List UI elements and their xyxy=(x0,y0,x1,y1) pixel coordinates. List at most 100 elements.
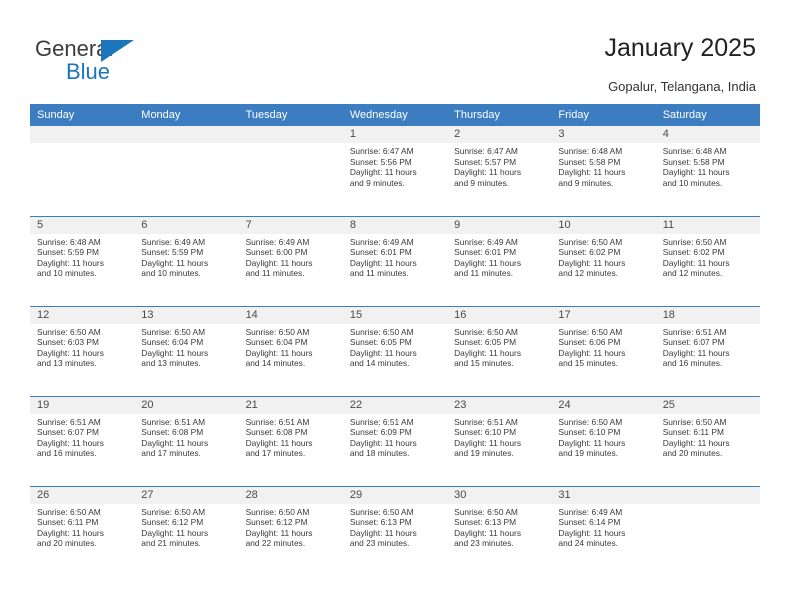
calendar-cell-day-19[interactable]: 19 Sunrise: 6:51 AM Sunset: 6:07 PM Dayligh… xyxy=(30,395,135,486)
calendar-cell-day-13[interactable]: 13 Sunrise: 6:50 AM Sunset: 6:04 PM Dayligh… xyxy=(134,305,239,396)
day-info-line: Sunset: 6:04 PM xyxy=(245,337,308,348)
day-info-line: Sunrise: 6:50 AM xyxy=(141,506,206,517)
calendar-cell-day-23[interactable]: 23 Sunrise: 6:51 AM Sunset: 6:10 PM Dayligh… xyxy=(447,395,552,486)
calendar-cell-day-14[interactable]: 14 Sunrise: 6:50 AM Sunset: 6:04 PM Dayligh… xyxy=(238,305,343,396)
calendar-cell-day-20[interactable]: 20 Sunrise: 6:51 AM Sunset: 6:08 PM Dayligh… xyxy=(134,395,239,486)
day-info-line: and 12 minutes. xyxy=(662,268,723,279)
day-info-line: Daylight: 11 hours xyxy=(662,437,730,448)
day-number: 23 xyxy=(447,396,552,414)
weekday-header-monday: Monday xyxy=(134,104,239,126)
calendar-cell-day-31[interactable]: 31 Sunrise: 6:49 AM Sunset: 6:14 PM Dayligh… xyxy=(551,485,656,576)
day-info-line: Daylight: 11 hours xyxy=(141,437,209,448)
day-info-line: and 16 minutes. xyxy=(662,358,723,369)
day-info-line: Sunrise: 6:50 AM xyxy=(558,326,623,337)
calendar-cell-day-6[interactable]: 6 Sunrise: 6:49 AM Sunset: 5:59 PM Daylight… xyxy=(134,215,239,306)
calendar-cell-day-29[interactable]: 29 Sunrise: 6:50 AM Sunset: 6:13 PM Dayligh… xyxy=(342,485,448,576)
day-info-line: Sunrise: 6:48 AM xyxy=(558,146,623,156)
day-info-line: and 21 minutes. xyxy=(141,538,201,549)
day-number xyxy=(238,126,343,143)
day-info-line: Daylight: 11 hours xyxy=(454,437,522,448)
day-info-line: Sunrise: 6:51 AM xyxy=(454,416,518,427)
calendar-cell-day-1[interactable]: 1 Sunrise: 6:47 AM Sunset: 5:56 PM Daylight… xyxy=(342,126,448,216)
calendar-cell-day-12[interactable]: 12 Sunrise: 6:50 AM Sunset: 6:03 PM Dayligh… xyxy=(30,305,135,396)
calendar-cell-day-5[interactable]: 5 Sunrise: 6:48 AM Sunset: 5:59 PM Daylight… xyxy=(30,215,135,306)
day-info-line: Daylight: 11 hours xyxy=(349,527,417,538)
day-number: 18 xyxy=(655,306,760,324)
day-info-line: and 10 minutes. xyxy=(662,177,723,188)
calendar-cell-day-11[interactable]: 11 Sunrise: 6:50 AM Sunset: 6:02 PM Dayligh… xyxy=(655,215,760,306)
calendar-cell-day-15[interactable]: 15 Sunrise: 6:50 AM Sunset: 6:05 PM Dayligh… xyxy=(342,305,448,396)
day-number: 28 xyxy=(238,486,343,504)
page-header: General Blue January 2025 Gopalur, Telan… xyxy=(0,0,792,100)
day-sun-info: Sunrise: 6:50 AM Sunset: 6:06 PM Daylight:… xyxy=(551,324,655,369)
calendar-cell-day-27[interactable]: 27 Sunrise: 6:50 AM Sunset: 6:12 PM Dayligh… xyxy=(134,485,239,576)
day-sun-info: Sunrise: 6:50 AM Sunset: 6:02 PM Daylight:… xyxy=(551,234,655,279)
calendar-cell-day-3[interactable]: 3 Sunrise: 6:48 AM Sunset: 5:58 PM Daylight… xyxy=(551,126,656,216)
calendar-body: 1 Sunrise: 6:47 AM Sunset: 5:56 PM Daylight… xyxy=(30,126,760,576)
calendar-cell-day-26[interactable]: 26 Sunrise: 6:50 AM Sunset: 6:11 PM Dayligh… xyxy=(30,485,135,576)
calendar-cell-day-25[interactable]: 25 Sunrise: 6:50 AM Sunset: 6:11 PM Dayligh… xyxy=(655,395,760,486)
day-sun-info: Sunrise: 6:49 AM Sunset: 5:59 PM Daylight:… xyxy=(134,234,238,279)
day-sun-info: Sunrise: 6:50 AM Sunset: 6:04 PM Daylight:… xyxy=(134,324,238,369)
day-sun-info: Sunrise: 6:51 AM Sunset: 6:08 PM Daylight:… xyxy=(239,414,343,459)
calendar-week-row: 1 Sunrise: 6:47 AM Sunset: 5:56 PM Daylight… xyxy=(30,126,760,216)
weekday-header-friday: Friday xyxy=(551,104,656,126)
day-info-line: Sunrise: 6:50 AM xyxy=(558,236,623,247)
day-info-line: Sunrise: 6:48 AM xyxy=(662,146,727,156)
calendar-week-row: 12 Sunrise: 6:50 AM Sunset: 6:03 PM Dayligh… xyxy=(30,305,760,396)
day-number: 2 xyxy=(447,126,552,143)
calendar-cell-day-22[interactable]: 22 Sunrise: 6:51 AM Sunset: 6:09 PM Dayligh… xyxy=(342,395,448,486)
day-info-line: and 13 minutes. xyxy=(141,358,201,369)
calendar-cell-empty xyxy=(238,126,343,216)
calendar-cell-day-9[interactable]: 9 Sunrise: 6:49 AM Sunset: 6:01 PM Daylight… xyxy=(447,215,552,306)
day-info-line: Sunrise: 6:50 AM xyxy=(349,506,414,517)
day-info-line: Sunrise: 6:49 AM xyxy=(558,506,623,517)
calendar-cell-day-8[interactable]: 8 Sunrise: 6:49 AM Sunset: 6:01 PM Daylight… xyxy=(342,215,448,306)
day-number: 11 xyxy=(655,216,760,234)
calendar-cell-day-16[interactable]: 16 Sunrise: 6:50 AM Sunset: 6:05 PM Dayligh… xyxy=(447,305,552,396)
day-number: 4 xyxy=(655,126,760,143)
day-info-line: Sunrise: 6:51 AM xyxy=(37,416,101,427)
day-info-line: Sunset: 5:58 PM xyxy=(662,156,725,167)
day-sun-info: Sunrise: 6:50 AM Sunset: 6:03 PM Daylight:… xyxy=(30,324,134,369)
calendar-cell-day-30[interactable]: 30 Sunrise: 6:50 AM Sunset: 6:13 PM Dayligh… xyxy=(447,485,552,576)
calendar-page: General Blue January 2025 Gopalur, Telan… xyxy=(0,0,792,612)
day-sun-info: Sunrise: 6:48 AM Sunset: 5:58 PM Daylight:… xyxy=(656,143,760,188)
calendar-cell-day-7[interactable]: 7 Sunrise: 6:49 AM Sunset: 6:00 PM Daylight… xyxy=(238,215,343,306)
day-info-line: Sunrise: 6:50 AM xyxy=(454,326,518,337)
day-number: 20 xyxy=(134,396,239,414)
calendar-cell-day-18[interactable]: 18 Sunrise: 6:51 AM Sunset: 6:07 PM Dayligh… xyxy=(655,305,760,396)
day-number: 21 xyxy=(238,396,343,414)
day-info-line: Sunset: 6:12 PM xyxy=(141,517,204,528)
day-info-line: Sunset: 6:04 PM xyxy=(141,337,204,348)
day-number: 13 xyxy=(134,306,239,324)
day-info-line: and 23 minutes. xyxy=(454,538,514,549)
calendar-cell-day-28[interactable]: 28 Sunrise: 6:50 AM Sunset: 6:12 PM Dayligh… xyxy=(238,485,343,576)
calendar-week-row: 5 Sunrise: 6:48 AM Sunset: 5:59 PM Daylight… xyxy=(30,215,760,306)
day-sun-info: Sunrise: 6:49 AM Sunset: 6:14 PM Daylight:… xyxy=(551,504,655,549)
day-info-line: and 9 minutes. xyxy=(454,177,510,188)
calendar-cell-day-17[interactable]: 17 Sunrise: 6:50 AM Sunset: 6:06 PM Dayligh… xyxy=(551,305,656,396)
day-sun-info: Sunrise: 6:47 AM Sunset: 5:57 PM Daylight:… xyxy=(447,143,551,188)
day-sun-info: Sunrise: 6:50 AM Sunset: 6:12 PM Daylight:… xyxy=(134,504,238,549)
day-info-line: Daylight: 11 hours xyxy=(662,257,730,268)
day-info-line: Sunrise: 6:50 AM xyxy=(662,236,727,247)
day-info-line: Daylight: 11 hours xyxy=(558,347,626,358)
day-info-line: Daylight: 11 hours xyxy=(558,167,626,178)
day-sun-info: Sunrise: 6:51 AM Sunset: 6:09 PM Daylight:… xyxy=(343,414,447,459)
calendar-cell-day-10[interactable]: 10 Sunrise: 6:50 AM Sunset: 6:02 PM Dayligh… xyxy=(551,215,656,306)
calendar-cell-day-21[interactable]: 21 Sunrise: 6:51 AM Sunset: 6:08 PM Dayligh… xyxy=(238,395,343,486)
day-info-line: Sunset: 6:12 PM xyxy=(245,517,308,528)
weekday-header-row: Sunday Monday Tuesday Wednesday Thursday Frid… xyxy=(30,104,760,126)
day-info-line: Sunset: 6:09 PM xyxy=(349,427,412,438)
day-info-line: Sunset: 5:59 PM xyxy=(141,247,204,258)
day-info-line: Sunrise: 6:51 AM xyxy=(245,416,310,427)
brand-logo[interactable]: General Blue xyxy=(35,36,235,88)
calendar-cell-day-2[interactable]: 2 Sunrise: 6:47 AM Sunset: 5:57 PM Daylight… xyxy=(447,126,552,216)
calendar-cell-day-4[interactable]: 4 Sunrise: 6:48 AM Sunset: 5:58 PM Daylight… xyxy=(655,126,760,216)
day-info-line: Daylight: 11 hours xyxy=(454,257,522,268)
day-sun-info: Sunrise: 6:48 AM Sunset: 5:59 PM Daylight:… xyxy=(30,234,134,279)
day-sun-info: Sunrise: 6:50 AM Sunset: 6:12 PM Daylight:… xyxy=(239,504,343,549)
day-sun-info: Sunrise: 6:50 AM Sunset: 6:04 PM Daylight:… xyxy=(239,324,343,369)
calendar-cell-day-24[interactable]: 24 Sunrise: 6:50 AM Sunset: 6:10 PM Dayligh… xyxy=(551,395,656,486)
